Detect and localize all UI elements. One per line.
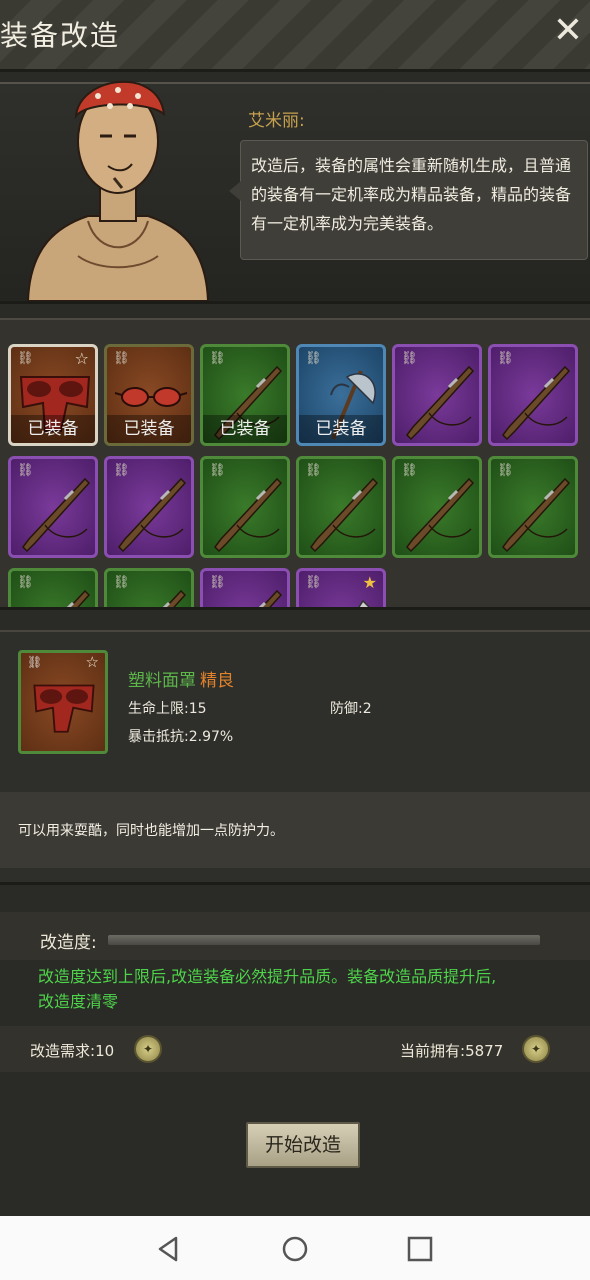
npc-dialog: 艾米丽: 改造后，装备的属性会重新随机生成，且普通的装备有一定机率成为精品装备，…	[0, 80, 590, 304]
start-modify-button[interactable]: 开始改造	[246, 1122, 360, 1168]
rifle-icon	[162, 589, 187, 607]
inventory-slot[interactable]: ⛓	[392, 344, 482, 446]
inventory-slot[interactable]: ⛓	[200, 568, 290, 607]
inventory-slot[interactable]: ⛓ ★	[296, 568, 386, 607]
rifle-icon	[502, 477, 571, 553]
item-thumbnail: ⛓ ☆	[18, 650, 108, 754]
inventory-slot[interactable]: ⛓	[488, 456, 578, 558]
rifle-icon	[406, 477, 475, 553]
rifle-icon	[214, 477, 283, 553]
inventory-slot[interactable]: ⛓ 已装备	[200, 344, 290, 446]
rifle-icon	[502, 365, 571, 441]
mask-icon	[33, 684, 95, 733]
close-icon[interactable]: ✕	[550, 10, 586, 51]
stat-def-label: 防御:	[330, 701, 363, 717]
inventory-slot[interactable]: ⛓	[296, 456, 386, 558]
inventory-slot[interactable]: ⛓	[104, 568, 194, 607]
stat-crit-label: 暴击抵抗:	[128, 729, 189, 745]
stat-crit-value: 2.97%	[188, 729, 234, 745]
back-icon[interactable]	[154, 1234, 184, 1264]
owned-value: 5877	[465, 1042, 504, 1060]
owned-label: 当前拥有:	[400, 1042, 466, 1060]
stat-hp-label: 生命上限:	[128, 701, 189, 717]
equipped-label: 已装备	[299, 415, 383, 443]
requirement-label: 改造需求:	[30, 1042, 96, 1060]
stat-hp-value: 15	[188, 701, 207, 717]
knife-icon	[358, 599, 370, 607]
inventory-slot[interactable]: ⛓	[8, 568, 98, 607]
cost-row: 改造需求:10 ✦ 当前拥有:5877 ✦	[0, 1026, 590, 1072]
bottlecap-coin-icon: ✦	[134, 1035, 162, 1063]
owned: 当前拥有:5877	[400, 1040, 503, 1061]
inventory-slot[interactable]: ⛓	[104, 456, 194, 558]
rifle-icon	[258, 589, 283, 607]
requirement: 改造需求:10	[30, 1040, 114, 1061]
inventory-panel: ⛓ ☆ 已装备 ⛓ 已装备 ⛓ 已装备 ⛓ 已装备 ⛓ ⛓ ⛓ ⛓ ⛓ ⛓ ⛓ ⛓ ⛓ ⛓ ⛓ ⛓ ★	[0, 318, 590, 610]
npc-speech-bubble: 改造后，装备的属性会重新随机生成，且普通的装备有一定机率成为精品装备，精品的装备…	[229, 140, 588, 260]
stat-crit-resist: 暴击抵抗:2.97%	[128, 726, 233, 746]
rifle-icon	[310, 477, 379, 553]
rifle-icon	[66, 589, 91, 607]
rifle-icon	[118, 477, 187, 553]
inventory-slot[interactable]: ⛓ 已装备	[104, 344, 194, 446]
inventory-slot[interactable]: ⛓ ☆ 已装备	[8, 344, 98, 446]
modify-degree-bar	[108, 935, 540, 945]
modify-degree-note: 改造度达到上限后,改造装备必然提升品质。装备改造品质提升后,改造度清零	[38, 967, 497, 1011]
inventory-slot[interactable]: ⛓	[392, 456, 482, 558]
inventory-slot[interactable]: ⛓	[8, 456, 98, 558]
recents-icon[interactable]	[405, 1234, 435, 1264]
modify-degree-row: 改造度:	[0, 912, 590, 960]
inventory-slot[interactable]: ⛓	[200, 456, 290, 558]
home-icon[interactable]	[280, 1234, 310, 1264]
stat-def-value: 2	[362, 701, 372, 717]
item-name-line: 塑料面罩 精良	[128, 666, 234, 691]
inventory-slot[interactable]: ⛓	[488, 344, 578, 446]
equipped-label: 已装备	[11, 415, 95, 443]
equipped-label: 已装备	[203, 415, 287, 443]
rifle-icon	[22, 477, 91, 553]
item-detail-panel: ⛓ ☆ 塑料面罩 精良 生命上限:15 防御:2 暴击抵抗:2.97% 可以用来耍…	[0, 630, 590, 885]
item-quality: 精良	[200, 671, 234, 691]
modify-panel: 改造度: 改造度达到上限后,改造装备必然提升品质。装备改造品质提升后,改造度清零…	[0, 912, 590, 1212]
rifle-icon	[406, 365, 475, 441]
modify-degree-label: 改造度:	[40, 933, 97, 953]
inventory-slot[interactable]: ⛓ 已装备	[296, 344, 386, 446]
stat-defense: 防御:2	[330, 698, 372, 718]
equipped-label: 已装备	[107, 415, 191, 443]
stat-hp: 生命上限:15	[128, 698, 207, 718]
npc-name: 艾米丽:	[248, 111, 305, 131]
bottlecap-coin-icon: ✦	[522, 1035, 550, 1063]
item-description-band: 可以用来耍酷，同时也能增加一点防护力。	[0, 792, 590, 868]
system-nav-bar	[0, 1216, 590, 1280]
npc-portrait	[26, 80, 210, 301]
item-description: 可以用来耍酷，同时也能增加一点防护力。	[18, 823, 284, 839]
window-title: 装备改造	[0, 19, 121, 52]
requirement-value: 10	[95, 1042, 115, 1060]
item-name: 塑料面罩	[128, 671, 196, 691]
